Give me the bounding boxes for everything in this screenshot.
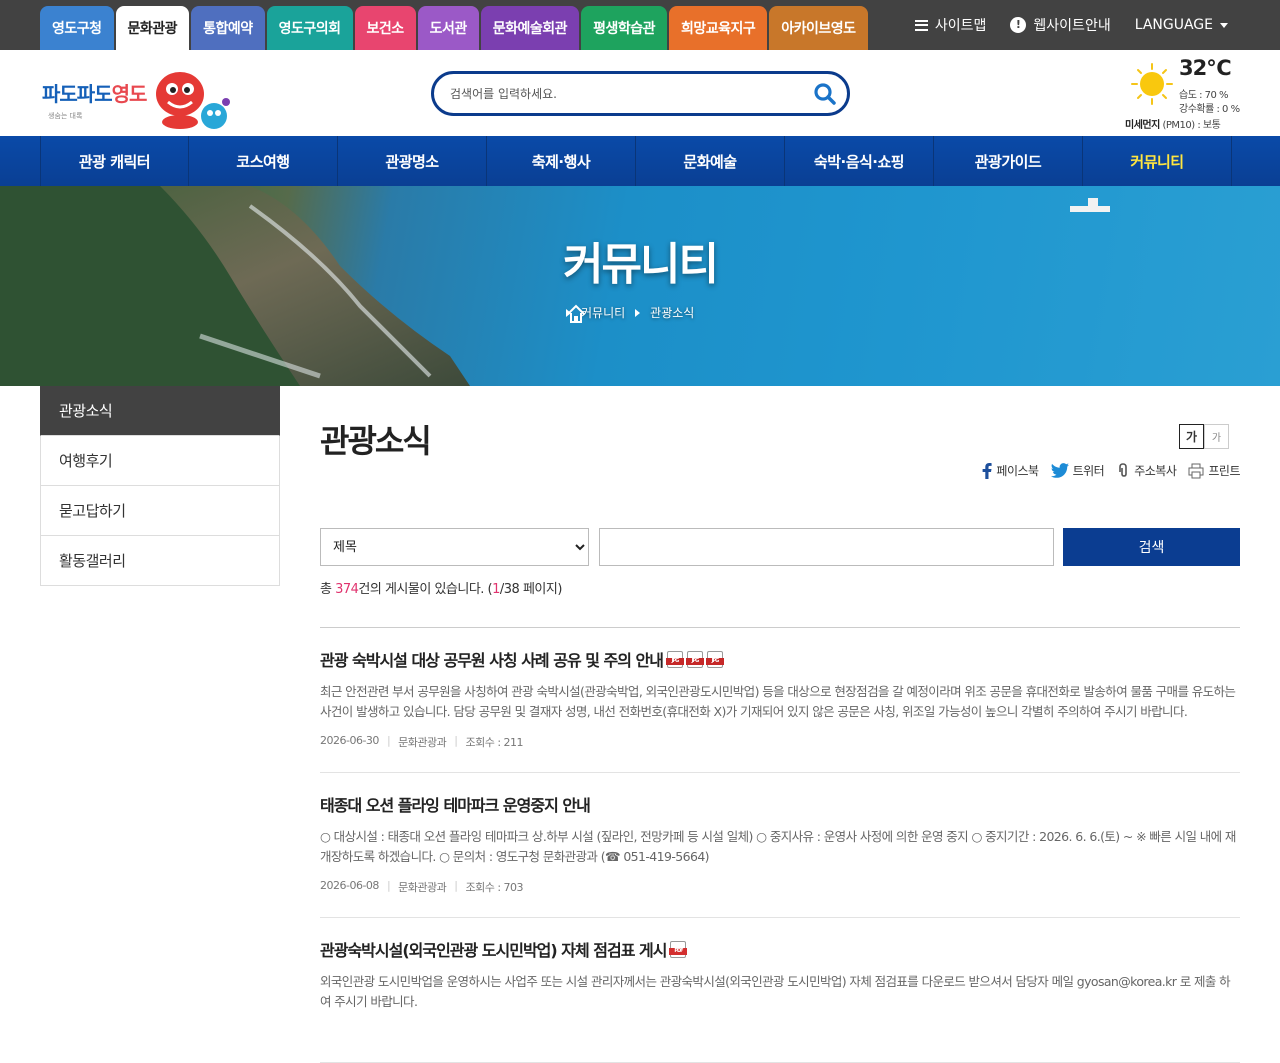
temperature: 32℃ [1179, 56, 1232, 80]
site-tab-2[interactable]: 통합예약 [191, 6, 265, 50]
site-tabs: 영도구청 문화관광 통합예약 영도구의회 보건소 도서관 문화예술회관 평생학습관 희망교육지구… [40, 6, 868, 50]
breadcrumb-tourism-news[interactable]: 관광소식 [650, 304, 694, 321]
nav-item-2[interactable]: 관광명소 [338, 136, 487, 186]
post-title-link[interactable]: 관광숙박시설(외국인관광 도시민박업) 자체 점검표 게시 PDF [320, 938, 1240, 960]
top-links: 사이트맵 ! 웹사이트안내 LANGUAGE [914, 0, 1228, 50]
meta-divider: | [386, 879, 391, 892]
site-tab-3[interactable]: 영도구의회 [266, 6, 353, 50]
site-tab-8[interactable]: 희망교육지구 [668, 6, 768, 50]
nav-item-0[interactable]: 관광 캐릭터 [40, 136, 189, 186]
main-nav: 관광 캐릭터 코스여행 관광명소 축제·행사 문화예술 숙박·음식·쇼핑 관광가이드 커뮤니티 [0, 136, 1280, 186]
fine-dust: 미세먼지 (PM10) : 보통 [1125, 120, 1221, 131]
post-dept: 문화관광과 [398, 881, 447, 894]
home-icon[interactable] [566, 304, 586, 324]
jpg-file-icon[interactable]: JPG [685, 650, 704, 668]
weather-widget: 32℃ 습도 : 70 % 강수확률 : 0 % 미세먼지 (PM10) : 보… [1124, 54, 1264, 134]
language-dropdown[interactable]: LANGUAGE [1135, 17, 1228, 33]
search-icon[interactable] [813, 82, 837, 106]
mascot-icon [156, 72, 230, 129]
nav-items: 관광 캐릭터 코스여행 관광명소 축제·행사 문화예술 숙박·음식·쇼핑 관광가이드 커뮤니티 [40, 136, 1232, 186]
menu-icon [914, 19, 928, 31]
sitemap-link[interactable]: 사이트맵 [914, 15, 986, 35]
site-tab-1[interactable]: 문화관광 [115, 6, 190, 50]
top-bar: 영도구청 문화관광 통합예약 영도구의회 보건소 도서관 문화예술회관 평생학습관 희망교육지구… [0, 0, 1280, 50]
share-bar: 페이스북 트위터 주소복사 프린트 [982, 462, 1240, 479]
meta-divider: | [454, 734, 458, 747]
nav-item-6[interactable]: 관광가이드 [934, 136, 1083, 186]
font-size-controls: 가 가 [1179, 424, 1229, 449]
font-size-large-button[interactable]: 가 [1179, 424, 1204, 449]
post-meta: 2026-06-30 | 문화관광과 | 조회수 : 211 [320, 734, 524, 750]
share-copy-url[interactable]: 주소복사 [1116, 462, 1177, 479]
logo-subtitle: 생숨는 대록 [48, 112, 83, 120]
banner-title: 커뮤니티 [563, 239, 719, 290]
post-summary: 최근 안전관련 부서 공무원을 사칭하여 관광 숙박시설(관광숙박업, 외국인관… [320, 684, 1236, 719]
site-tab-6[interactable]: 문화예술회관 [480, 6, 580, 50]
post-date: 2026-06-30 [320, 734, 379, 747]
header: 파도파도영도 생숨는 대록 검색어를 입력하세요. 32℃ 습도: 70 % … [0, 50, 1280, 136]
share-facebook[interactable]: 페이스북 [982, 462, 1039, 479]
link-icon [1119, 462, 1128, 477]
website-guide-link[interactable]: ! 웹사이트안내 [1010, 15, 1111, 35]
side-menu-item-2[interactable]: 묻고답하기 [40, 486, 280, 536]
pdf-file-icon[interactable]: PDF [669, 940, 688, 958]
post-count: 총 374건의 게시물이 있습니다. (1/38 페이지) [320, 582, 562, 597]
side-menu-item-0[interactable]: 관광소식 [40, 386, 280, 436]
side-menu: 관광소식 여행후기 묻고답하기 활동갤러리 [40, 386, 280, 586]
list-item: 관광숙박시설(외국인관광 도시민박업) 자체 점검표 게시 PDF 외국인관광 도시… [320, 918, 1240, 1063]
post-summary: ○ 대상시설 : 태종대 오션 플라잉 테마파크 상.하부 시설 (짚라인, 전… [320, 829, 1236, 864]
logo-text: 파도파도영도 [42, 82, 147, 106]
side-menu-item-3[interactable]: 활동갤러리 [40, 536, 280, 586]
jpg-file-icon[interactable]: JPG [705, 650, 724, 668]
site-tab-4[interactable]: 보건소 [354, 6, 416, 50]
breadcrumb: 커뮤니티 관광소식 [566, 304, 694, 324]
site-tab-7[interactable]: 평생학습관 [581, 6, 667, 50]
search-button[interactable]: 검색 [1063, 528, 1240, 566]
search-box [431, 71, 850, 116]
nav-item-5[interactable]: 숙박·음식·쇼핑 [785, 136, 934, 186]
meta-divider: | [454, 879, 458, 892]
search-form: 제목 검색 [320, 528, 1240, 566]
post-list: 관광 숙박시설 대상 공무원 사칭 사례 공유 및 주의 안내 JPG JPG JPG… [320, 627, 1240, 1063]
rain-probability: 강수확률 : 0 % [1179, 104, 1240, 115]
post-dept: 문화관광과 [398, 736, 447, 749]
share-twitter[interactable]: 트위터 [1050, 462, 1105, 479]
chevron-right-icon [635, 308, 641, 317]
share-print[interactable]: 프린트 [1188, 462, 1240, 479]
caret-down-icon [1220, 22, 1228, 28]
info-icon: ! [1010, 17, 1027, 33]
search-field-select[interactable]: 제목 [320, 528, 589, 566]
page-banner: 커뮤니티 커뮤니티 관광소식 [0, 186, 1280, 386]
list-item: 관광 숙박시설 대상 공무원 사칭 사례 공유 및 주의 안내 JPG JPG JPG… [320, 628, 1240, 773]
list-item: 태종대 오션 플라잉 테마파크 운영중지 안내 ○ 대상시설 : 태종대 오션 플… [320, 773, 1240, 918]
meta-divider: | [386, 734, 391, 747]
nav-item-7[interactable]: 커뮤니티 [1083, 136, 1232, 186]
search-input[interactable] [450, 83, 810, 105]
site-logo[interactable]: 파도파도영도 생숨는 대록 [42, 64, 237, 134]
humidity: 습도 : 70 % [1179, 90, 1229, 101]
facebook-icon [983, 462, 993, 479]
keyword-input[interactable] [599, 528, 1054, 566]
twitter-icon [1050, 463, 1069, 478]
printer-icon [1188, 463, 1204, 478]
font-size-small-button[interactable]: 가 [1204, 424, 1229, 449]
post-date: 2026-06-08 [320, 879, 379, 892]
post-views: 조회수 : 703 [465, 881, 524, 894]
site-tab-0[interactable]: 영도구청 [40, 6, 114, 50]
nav-item-1[interactable]: 코스여행 [189, 136, 338, 186]
page-title: 관광소식 [320, 422, 432, 460]
post-title-link[interactable]: 관광 숙박시설 대상 공무원 사칭 사례 공유 및 주의 안내 JPG JPG JPG [320, 648, 1240, 670]
post-title-link[interactable]: 태종대 오션 플라잉 테마파크 운영중지 안내 [320, 793, 1240, 815]
sun-icon [1131, 63, 1173, 105]
post-meta: 2026-06-08 | 문화관광과 | 조회수 : 703 [320, 879, 524, 895]
side-menu-item-1[interactable]: 여행후기 [40, 436, 280, 486]
post-summary: 외국인관광 도시민박업을 운영하시는 사업주 또는 시설 관리자께서는 관광숙박… [320, 974, 1231, 1009]
jpg-file-icon[interactable]: JPG [665, 650, 684, 668]
site-tab-5[interactable]: 도서관 [417, 6, 479, 50]
nav-item-4[interactable]: 문화예술 [636, 136, 785, 186]
post-views: 조회수 : 211 [465, 736, 524, 749]
nav-item-3[interactable]: 축제·행사 [487, 136, 636, 186]
breadcrumb-community[interactable]: 커뮤니티 [581, 304, 625, 321]
site-tab-9[interactable]: 아카이브영도 [769, 6, 868, 50]
